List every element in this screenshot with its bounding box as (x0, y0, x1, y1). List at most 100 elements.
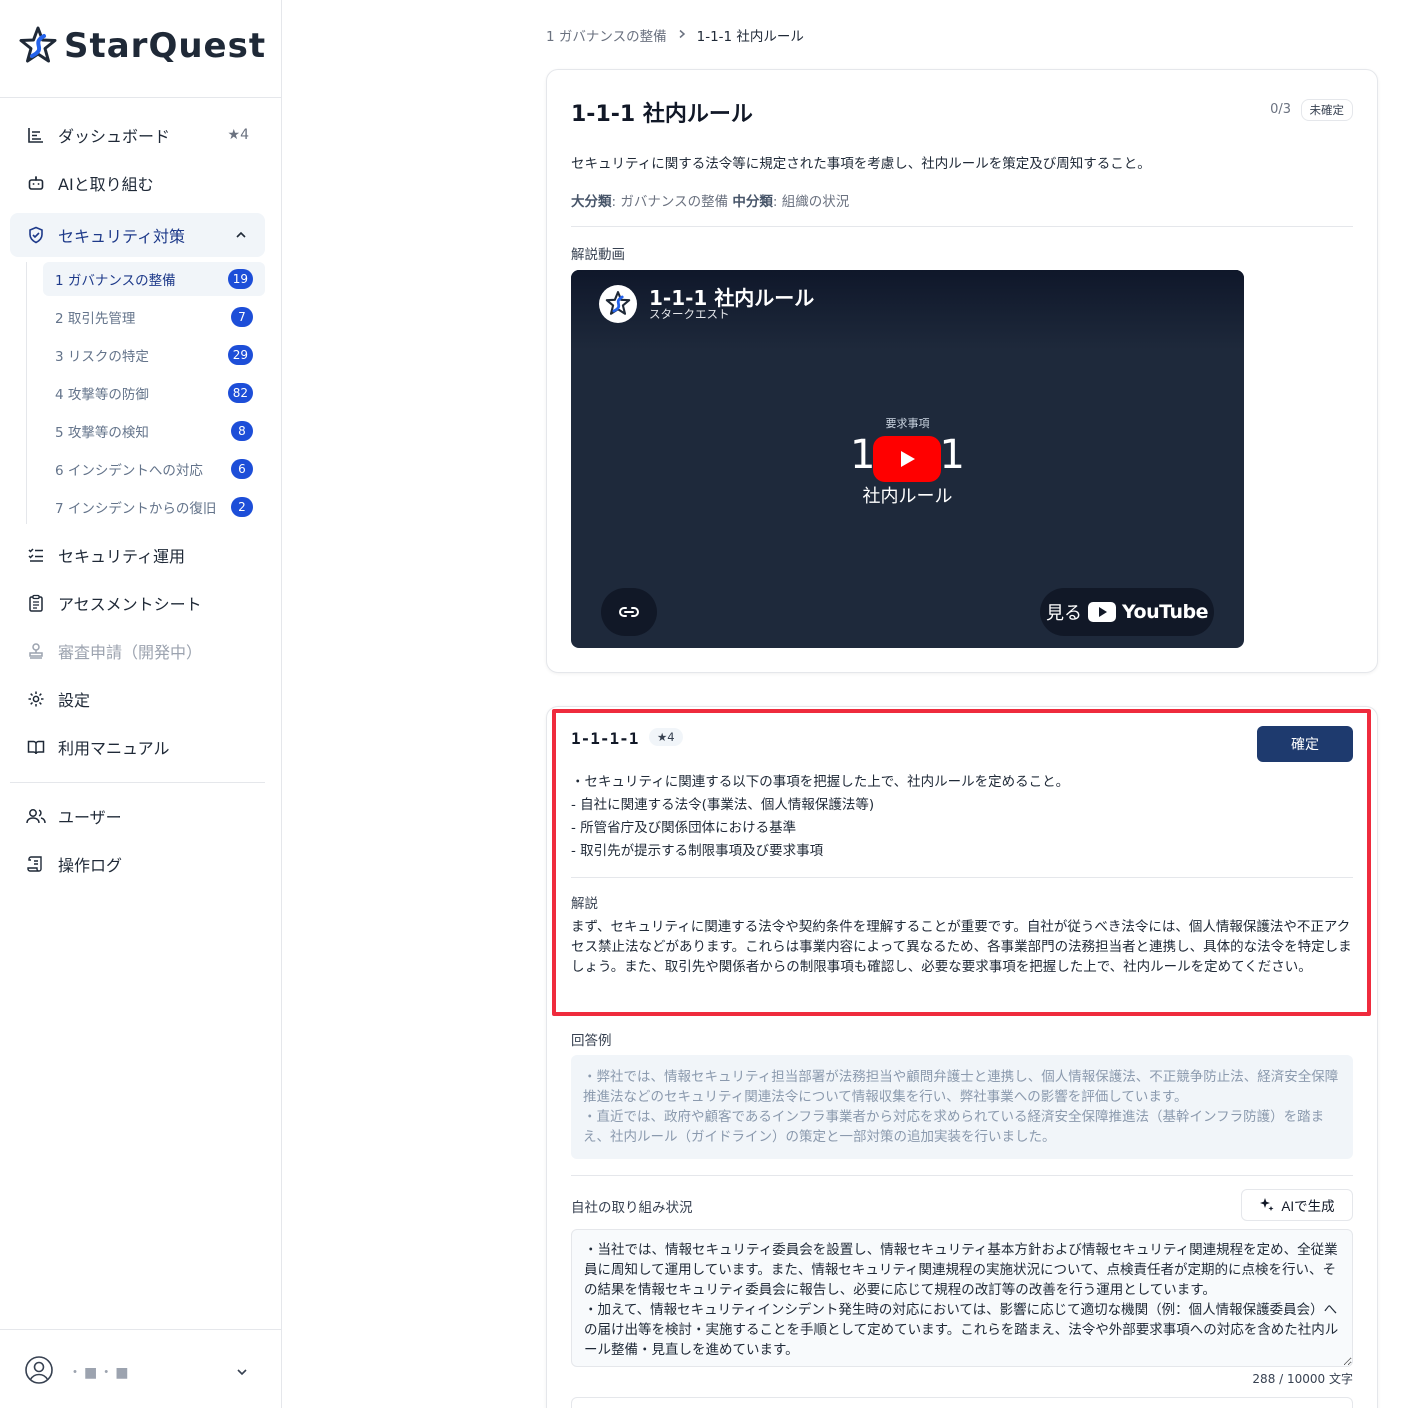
gear-icon (26, 689, 46, 709)
status-label: 自社の取り組み状況 (571, 1200, 693, 1216)
youtube-wordmark: YouTube (1122, 601, 1208, 623)
chart-list-icon (26, 125, 46, 145)
robot-icon (26, 173, 46, 193)
page-title: 1-1-1 社内ルール (571, 102, 753, 127)
status-textarea[interactable]: ・当社では、情報セキュリティ委員会を設置し、情報セキュリティ基本方針および情報セ… (571, 1229, 1353, 1367)
chevron-down-icon[interactable] (236, 1363, 248, 1382)
sub-item-label: 1 ガバナンスの整備 (55, 273, 176, 289)
checklist-icon (26, 545, 46, 565)
breadcrumb-parent[interactable]: 1 ガバナンスの整備 (546, 25, 667, 45)
starquest-logo-icon (19, 26, 57, 63)
sub-item-incident-response[interactable]: 6 インシデントへの対応 6 (43, 452, 265, 486)
example-label: 回答例 (571, 1033, 612, 1049)
nav-label: AIと取り組む (58, 175, 154, 194)
play-button[interactable] (873, 436, 941, 482)
example-answer: ・弊社では、情報セキュリティ担当部署が法務担当や顧問弁護士と連携し、個人情報保護… (571, 1055, 1353, 1159)
nav-label: セキュリティ対策 (58, 227, 186, 246)
copy-link-button[interactable] (601, 588, 657, 636)
requirement-description: セキュリティに関する法令等に規定された事項を考慮し、社内ルールを策定及び周知する… (571, 156, 1151, 172)
nav-label: セキュリティ運用 (58, 547, 186, 566)
user-menu[interactable]: ・■・■ (24, 1354, 264, 1390)
shield-check-icon (26, 225, 46, 245)
sub-item-label: 6 インシデントへの対応 (55, 463, 203, 479)
highlight-frame (552, 709, 1371, 1016)
video-player[interactable]: 1-1-1 社内ルール スタークエスト 要求事項 11 社内ルール 見る You… (571, 270, 1244, 648)
nav-audit-request: 審査申請（開発中） (10, 629, 265, 673)
ai-generate-button[interactable]: AIで生成 (1241, 1189, 1353, 1221)
category-line: 大分類: ガバナンスの整備 中分類: 組織の状況 (571, 190, 849, 210)
channel-logo-icon[interactable] (599, 285, 637, 323)
next-field[interactable] (571, 1397, 1353, 1408)
book-icon (26, 737, 46, 757)
progress-count: 0/3 (1270, 102, 1291, 117)
breadcrumb-current: 1-1-1 社内ルール (696, 29, 804, 45)
video-caption-left: 1 (850, 432, 876, 478)
count-badge: 29 (227, 345, 253, 365)
count-badge: 7 (231, 307, 253, 327)
nav-label: 利用マニュアル (58, 739, 170, 758)
divider (0, 97, 281, 98)
minor-category-label: 中分類 (732, 194, 773, 210)
divider (0, 1329, 281, 1330)
major-category-value: : ガバナンスの整備 (611, 194, 729, 210)
sub-item-risk[interactable]: 3 リスクの特定 29 (43, 338, 265, 372)
sub-item-label: 2 取引先管理 (55, 311, 136, 327)
sparkle-icon (1260, 1198, 1274, 1211)
nav-operation-log[interactable]: 操作ログ (10, 842, 265, 886)
count-badge: 6 (231, 459, 253, 479)
star-badge: ★4 (227, 127, 249, 143)
nav-label: ダッシュボード (58, 127, 171, 146)
watch-label: 見る (1046, 603, 1082, 624)
sub-item-label: 5 攻撃等の検知 (55, 425, 149, 441)
users-icon (26, 806, 46, 826)
video-section-label: 解説動画 (571, 247, 625, 263)
breadcrumb: 1 ガバナンスの整備 1-1-1 社内ルール (546, 25, 804, 45)
chevron-right-icon (677, 27, 687, 43)
char-count: 288 / 10000 文字 (1252, 1372, 1353, 1386)
requirement-card: 1-1-1 社内ルール 0/3 未確定 セキュリティに関する法令等に規定された事… (546, 69, 1378, 673)
nav-label: アセスメントシート (58, 595, 202, 614)
logo[interactable]: StarQuest (18, 26, 266, 66)
user-name: ・■・■ (68, 1365, 131, 1381)
nav-security-ops[interactable]: セキュリティ運用 (10, 533, 265, 577)
sub-item-defense[interactable]: 4 攻撃等の防御 82 (43, 376, 265, 410)
nav-manual[interactable]: 利用マニュアル (10, 725, 265, 769)
sub-item-label: 7 インシデントからの復旧 (55, 501, 217, 517)
video-caption-right: 1 (939, 432, 965, 478)
clipboard-icon (26, 593, 46, 613)
sub-item-label: 4 攻撃等の防御 (55, 387, 149, 403)
stamp-icon (26, 641, 46, 661)
ai-generate-label: AIで生成 (1281, 1199, 1335, 1214)
sub-item-detection[interactable]: 5 攻撃等の検知 8 (43, 414, 265, 448)
sub-item-governance[interactable]: 1 ガバナンスの整備 19 (43, 262, 265, 296)
count-badge: 8 (231, 421, 253, 441)
play-icon (901, 451, 915, 467)
major-category-label: 大分類 (571, 194, 612, 210)
nav-label: 審査申請（開発中） (58, 643, 203, 662)
user-avatar-icon (24, 1355, 54, 1389)
app-name: StarQuest (64, 26, 267, 66)
divider (571, 226, 1353, 227)
nav-security-measures[interactable]: セキュリティ対策 (10, 213, 265, 257)
nav-ai[interactable]: AIと取り組む (10, 161, 265, 205)
nav-dashboard[interactable]: ダッシュボード ★4 (10, 113, 265, 157)
count-badge: 2 (231, 497, 253, 517)
sub-item-supplier[interactable]: 2 取引先管理 7 (43, 300, 265, 334)
sub-item-recovery[interactable]: 7 インシデントからの復旧 2 (43, 490, 265, 524)
youtube-logo-icon (1088, 602, 1116, 622)
link-icon (619, 607, 639, 617)
video-channel: スタークエスト (649, 307, 730, 321)
nav-users[interactable]: ユーザー (10, 794, 265, 838)
chevron-up-icon (235, 226, 247, 245)
watch-on-youtube-button[interactable]: 見る YouTube (1040, 588, 1214, 636)
nav-settings[interactable]: 設定 (10, 677, 265, 721)
nav-label: ユーザー (58, 808, 122, 827)
submenu-line (26, 262, 27, 524)
count-badge: 19 (227, 269, 253, 289)
nav-assessment-sheet[interactable]: アセスメントシート (10, 581, 265, 625)
status-badge: 未確定 (1300, 99, 1353, 121)
divider (10, 782, 265, 783)
minor-category-value: : 組織の状況 (772, 194, 850, 210)
count-badge: 82 (227, 383, 253, 403)
video-caption-sub: 社内ルール (862, 486, 953, 507)
